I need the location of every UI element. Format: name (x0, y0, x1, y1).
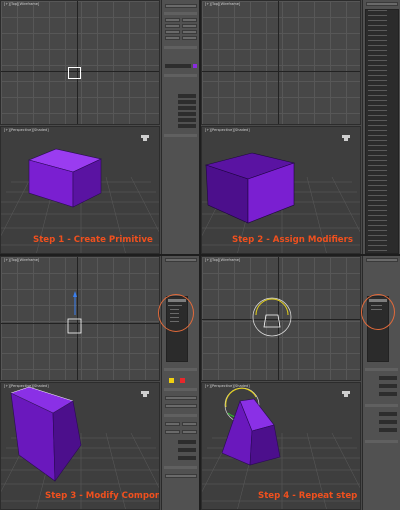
step3-panel: [+][Top][Wireframe] [+][Perspective][Sha… (0, 256, 199, 510)
grid (1, 1, 159, 124)
detach-button[interactable] (165, 404, 197, 408)
box-button[interactable] (165, 18, 180, 22)
top-viewport[interactable]: [+][Top][Wireframe] (0, 0, 160, 125)
box-gizmo-icon (68, 67, 81, 79)
value-field[interactable] (178, 440, 196, 444)
viewport-label[interactable]: [+][Top][Wireframe] (4, 2, 39, 6)
viewport-label[interactable]: [+][Top][Wireframe] (4, 258, 39, 262)
attach-button[interactable] (165, 396, 197, 400)
weld-button[interactable] (182, 430, 197, 434)
box-gizmo-icon (67, 291, 82, 334)
view-cube-icon (141, 135, 149, 141)
cone-button[interactable] (182, 18, 197, 22)
perspective-viewport[interactable]: [+][Perspective][Shaded] Step 3 - Modify… (0, 382, 160, 510)
modifier-list[interactable] (365, 9, 399, 254)
modifier-list-items[interactable] (366, 10, 398, 253)
bevel-button[interactable] (182, 422, 197, 426)
tube-button[interactable] (182, 30, 197, 34)
modifier-list-panel (362, 0, 400, 254)
view-cube-icon (141, 391, 149, 397)
perspective-viewport[interactable]: [+][Perspective][Shaded] Step 1 - Create… (0, 126, 160, 254)
edge-icon[interactable] (180, 378, 185, 383)
chamfer-button[interactable] (165, 430, 180, 434)
color-swatch[interactable] (193, 64, 197, 68)
width-segs-field[interactable] (178, 118, 196, 122)
length-field[interactable] (178, 94, 196, 98)
step-label: Step 2 - Assign Modifiers (232, 235, 353, 245)
viewport-label[interactable]: [+][Top][Wireframe] (205, 2, 240, 6)
box-object (204, 152, 296, 224)
step-label: Step 4 - Repeat step 2 & 3 (258, 491, 360, 501)
top-viewport[interactable]: [+][Top][Wireframe] (201, 256, 361, 381)
value-field[interactable] (379, 392, 397, 396)
step4-panel: [+][Top][Wireframe] [+][Perspective][Sha… (201, 256, 400, 510)
modified-object (221, 398, 281, 466)
grid-axis-y (77, 1, 78, 124)
torus-button[interactable] (165, 36, 180, 40)
grid (202, 1, 360, 124)
viewport-label[interactable]: [+][Top][Wireframe] (205, 258, 240, 262)
width-field[interactable] (178, 100, 196, 104)
cylinder-button[interactable] (165, 30, 180, 34)
step-label: Step 1 - Create Primitive (33, 235, 153, 245)
value-field[interactable] (178, 448, 196, 452)
value-field[interactable] (379, 376, 397, 380)
top-viewport[interactable]: [+][Top][Wireframe] (0, 256, 160, 381)
sphere-button[interactable] (165, 24, 180, 28)
value-field[interactable] (379, 384, 397, 388)
modify-panel (361, 256, 400, 510)
modify-panel (158, 256, 199, 510)
perspective-viewport[interactable]: [+][Perspective][Shaded] Step 4 - Repeat… (201, 382, 361, 510)
grid-axis-x (202, 71, 360, 72)
create-tab[interactable] (165, 4, 197, 8)
pyramid-button[interactable] (182, 36, 197, 40)
transform-gizmo-icon (252, 297, 292, 337)
modifier-dropdown[interactable] (165, 258, 197, 262)
value-field[interactable] (178, 456, 196, 460)
vertex-icon[interactable] (169, 378, 174, 383)
geosphere-button[interactable] (182, 24, 197, 28)
modifier-dropdown[interactable] (366, 258, 398, 262)
height-field[interactable] (178, 106, 196, 110)
height-segs-field[interactable] (178, 124, 196, 128)
grid-axis-y (278, 1, 279, 124)
box-object (28, 148, 102, 208)
extrude-button[interactable] (165, 422, 180, 426)
name-field[interactable] (165, 64, 191, 68)
view-cube-icon (342, 391, 350, 397)
command-panel (161, 0, 199, 254)
modified-object (10, 386, 82, 482)
highlight-circle (158, 294, 194, 332)
step-label: Step 3 - Modify Components (45, 491, 159, 501)
perspective-viewport[interactable]: [+][Perspective][Shaded] Step 2 - Assign… (201, 126, 361, 254)
value-field[interactable] (379, 420, 397, 424)
value-field[interactable] (379, 412, 397, 416)
top-viewport[interactable]: [+][Top][Wireframe] (201, 0, 361, 125)
view-cube-icon (342, 135, 350, 141)
modifier-dropdown[interactable] (366, 2, 398, 6)
step1-panel: [+][Top][Wireframe] [+][Perspective][Sha… (0, 0, 199, 254)
step2-panel: [+][Top][Wireframe] [+][Perspective][Sha… (201, 0, 400, 254)
highlight-circle (361, 294, 395, 330)
value-field[interactable] (379, 428, 397, 432)
length-segs-field[interactable] (178, 112, 196, 116)
apply-button[interactable] (165, 474, 197, 478)
